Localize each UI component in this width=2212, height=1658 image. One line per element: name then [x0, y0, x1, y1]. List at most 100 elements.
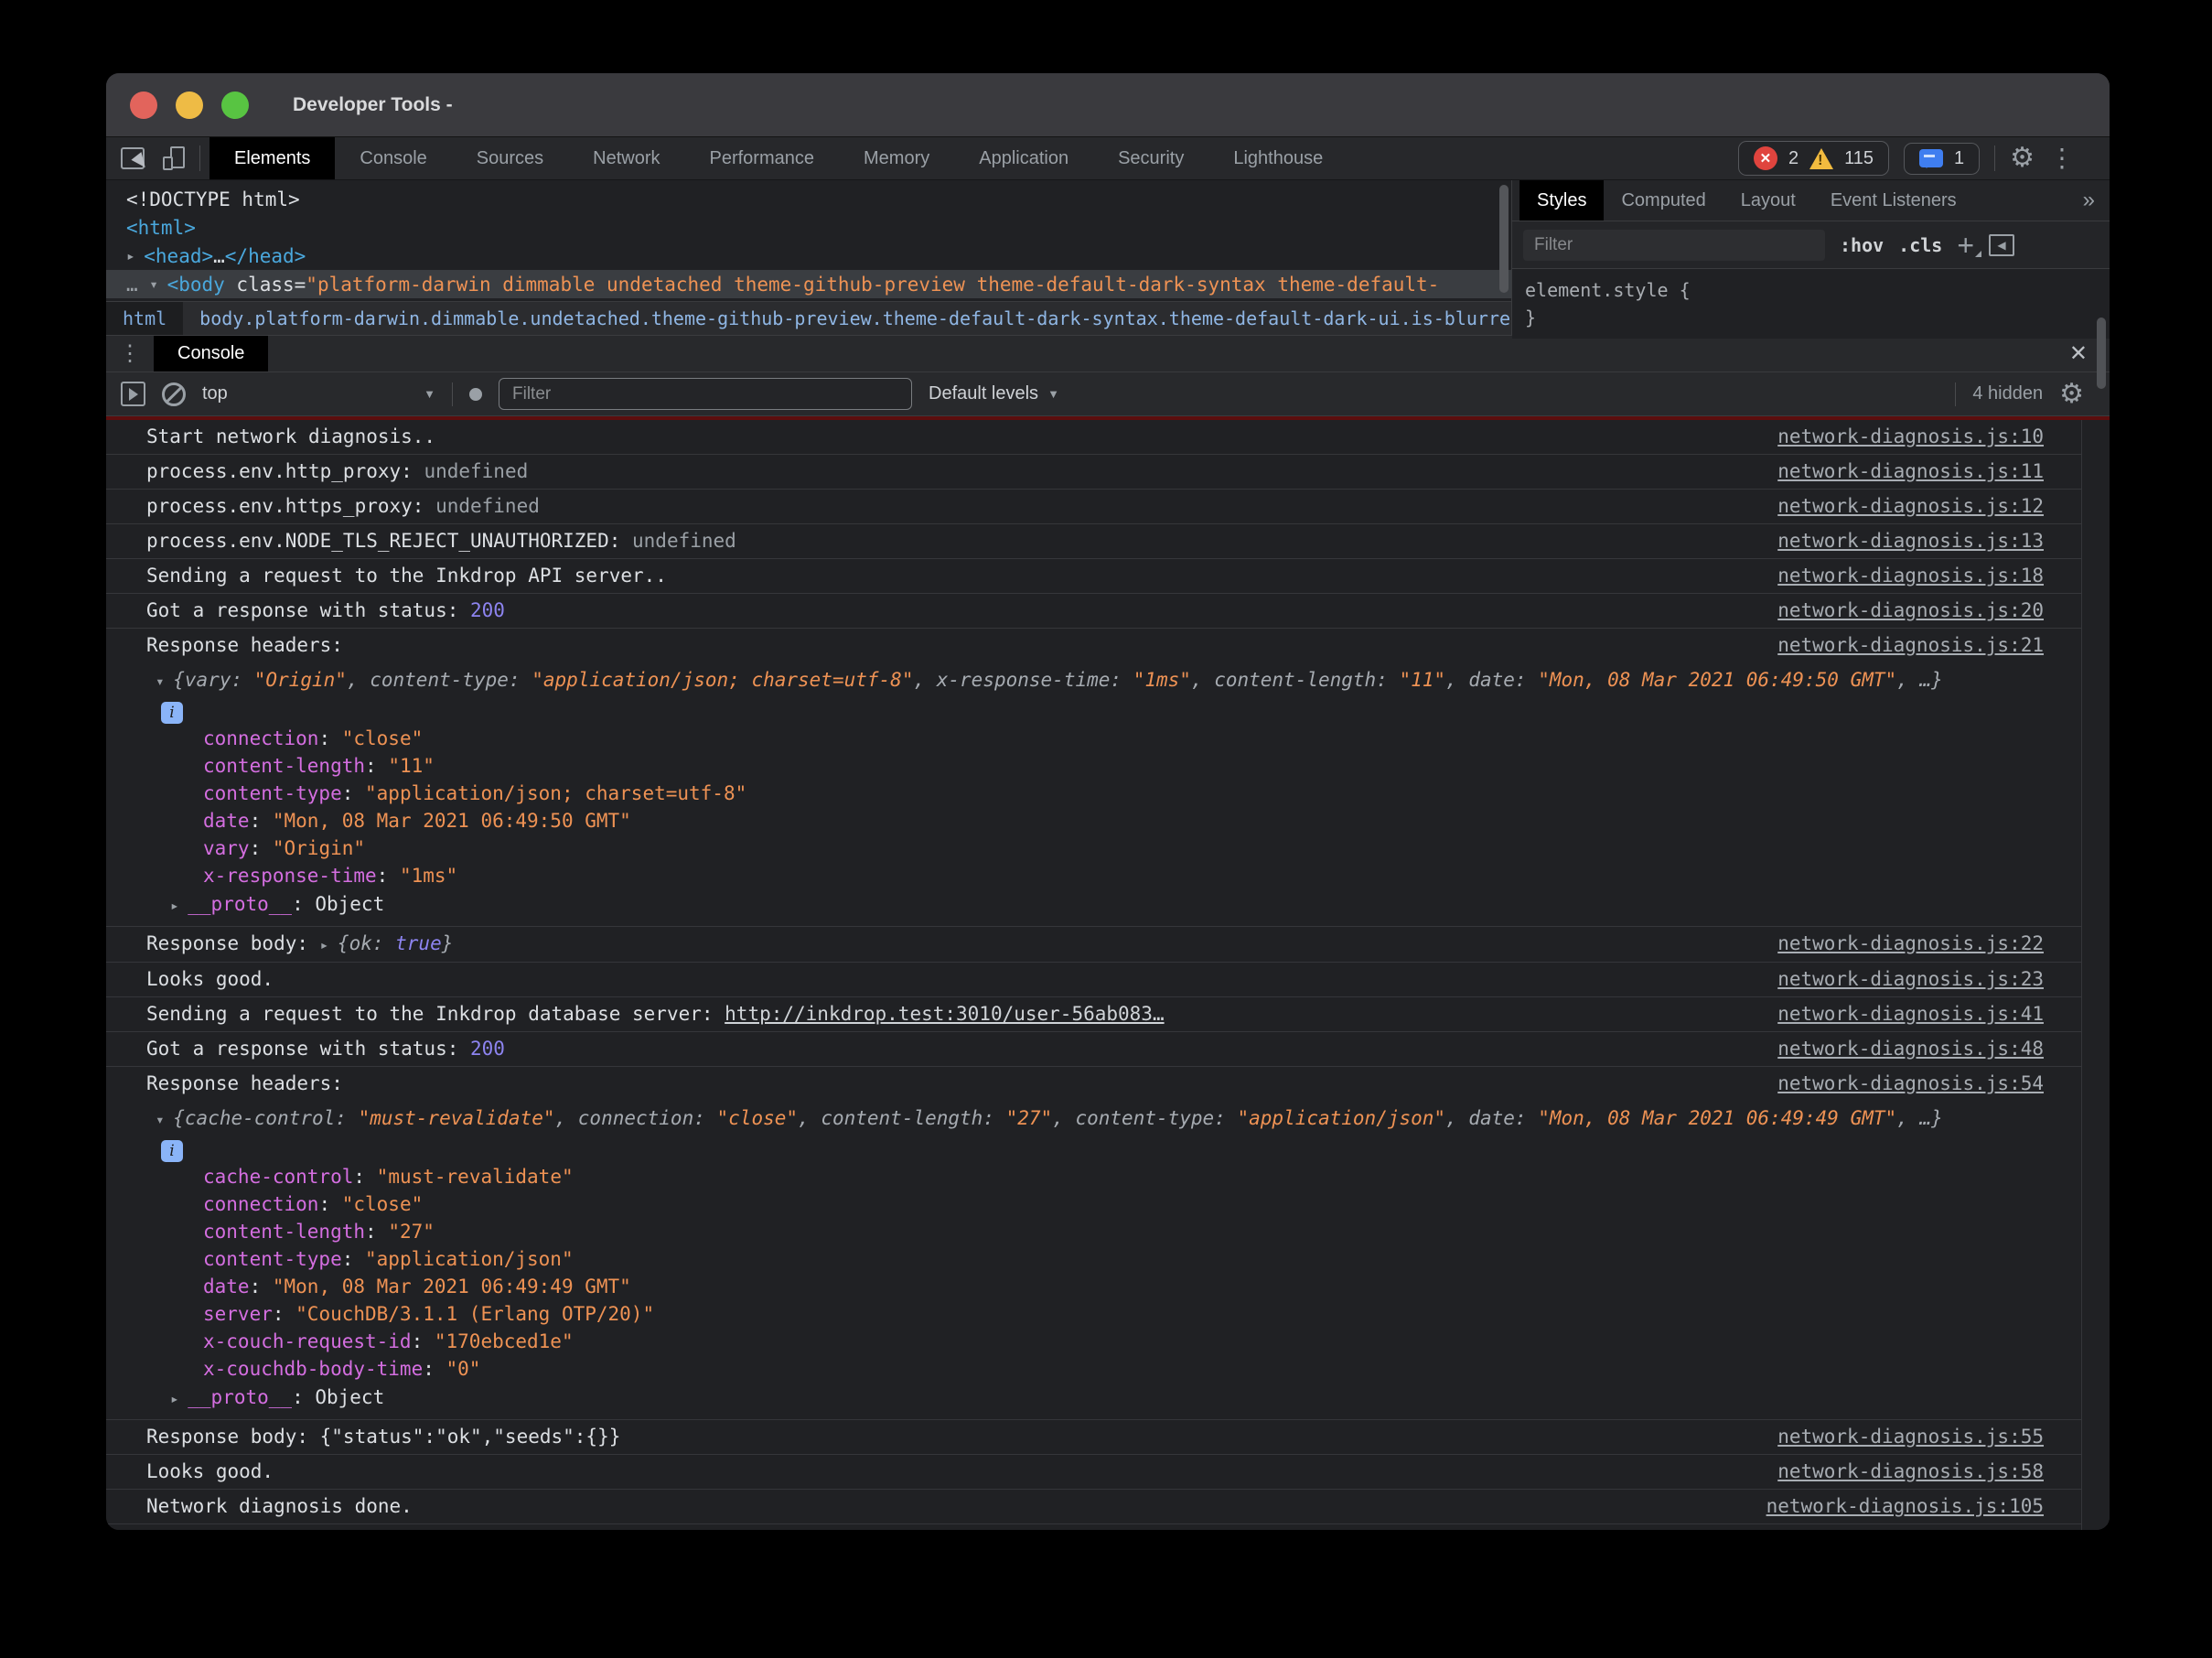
drawer-menu-icon[interactable]: ⋮: [106, 336, 154, 371]
disclosure-triangle-icon[interactable]: ▸: [126, 247, 144, 264]
tab-lighthouse[interactable]: Lighthouse: [1208, 137, 1348, 179]
console-line: Response headers:: [146, 629, 2044, 662]
console-settings-gear-icon[interactable]: ⚙: [2059, 381, 2084, 408]
object-key: vary: [203, 837, 250, 859]
toggle-sidebar-icon[interactable]: ◀: [1989, 234, 2014, 256]
tab-sources[interactable]: Sources: [452, 137, 568, 179]
console-source-link[interactable]: network-diagnosis.js:54: [1777, 1067, 2044, 1101]
code-tag: <html>: [126, 217, 196, 239]
text-segment: :: [353, 1166, 376, 1188]
dom-tree-row[interactable]: … ▾ <body class="platform-darwin dimmabl…: [106, 270, 1511, 298]
text-segment: , content-length:: [1191, 669, 1400, 691]
console-sidebar-icon[interactable]: [121, 382, 145, 406]
log-levels-select[interactable]: Default levels ▼: [929, 383, 1059, 404]
styles-scrollbar[interactable]: [2097, 318, 2106, 389]
elements-panel: <!DOCTYPE html> <html> ▸ <head>…</head>… ▾…: [106, 180, 1512, 335]
disclosure-triangle-icon[interactable]: ▾: [149, 275, 166, 293]
breadcrumb-item-html[interactable]: html: [106, 302, 183, 335]
tab-layout[interactable]: Layout: [1723, 180, 1813, 221]
console-source-link[interactable]: network-diagnosis.js:22: [1777, 927, 2044, 961]
console-line: connection: "close": [203, 1190, 2044, 1218]
device-toolbar-icon[interactable]: [163, 146, 185, 170]
breadcrumb-item-body[interactable]: body.platform-darwin.dimmable.undetached…: [183, 302, 1511, 335]
dom-tree-row[interactable]: ▸ <head>…</head>: [106, 242, 1511, 270]
style-rules: element.style { }: [1512, 269, 2110, 339]
string-value: "27": [388, 1221, 435, 1243]
elements-scrollbar[interactable]: [1499, 185, 1509, 293]
console-message-content: process.env.http_proxy: undefined: [146, 455, 2044, 489]
messages-badge[interactable]: 1: [1904, 143, 1980, 175]
console-line: content-length: "11": [203, 752, 2044, 780]
console-source-link[interactable]: network-diagnosis.js:55: [1777, 1420, 2044, 1454]
new-style-rule-icon[interactable]: +: [1957, 235, 1974, 255]
console-message-row: Got a response with status: 200network-d…: [106, 594, 2110, 629]
settings-gear-icon[interactable]: ⚙: [2010, 145, 2035, 172]
console-source-link[interactable]: network-diagnosis.js:20: [1777, 594, 2044, 628]
disclosure-triangle-icon[interactable]: ▸: [170, 1390, 188, 1407]
disclosure-triangle-icon[interactable]: ▸: [170, 897, 188, 914]
console-source-link[interactable]: network-diagnosis.js:18: [1777, 559, 2044, 593]
console-line: Network diagnosis done.: [146, 1490, 2044, 1523]
tab-console[interactable]: Console: [335, 137, 451, 179]
execution-context-select[interactable]: top ▼: [202, 383, 435, 404]
tab-event-listeners[interactable]: Event Listeners: [1813, 180, 1974, 221]
hidden-messages-count[interactable]: 4 hidden: [1972, 383, 2043, 404]
maximize-window-button[interactable]: [221, 92, 249, 119]
console-line: i: [161, 699, 2044, 725]
console-line: server: "CouchDB/3.1.1 (Erlang OTP/20)": [203, 1300, 2044, 1328]
issues-badge[interactable]: ✕ 2 115: [1738, 141, 1889, 176]
console-source-link[interactable]: network-diagnosis.js:10: [1777, 420, 2044, 454]
tab-network[interactable]: Network: [568, 137, 684, 179]
object-key: connection: [203, 727, 318, 749]
dom-tree-row[interactable]: <!DOCTYPE html>: [106, 185, 1511, 213]
tab-performance[interactable]: Performance: [685, 137, 840, 179]
console-source-link[interactable]: network-diagnosis.js:11: [1777, 455, 2044, 489]
tab-security[interactable]: Security: [1093, 137, 1208, 179]
minimize-window-button[interactable]: [176, 92, 203, 119]
console-line: Response body: ▸ {ok: true}: [146, 927, 2044, 962]
console-source-link[interactable]: network-diagnosis.js:13: [1777, 524, 2044, 558]
console-source-link[interactable]: network-diagnosis.js:23: [1777, 963, 2044, 996]
console-line: Got a response with status: 200: [146, 594, 2044, 628]
console-source-link[interactable]: network-diagnosis.js:12: [1777, 490, 2044, 523]
console-line: x-response-time: "1ms": [203, 862, 2044, 889]
console-filter-input[interactable]: [499, 378, 912, 410]
more-options-icon[interactable]: ⋮: [2049, 145, 2075, 171]
console-message-row: Sending a request to the Inkdrop API ser…: [106, 559, 2110, 594]
window-title: Developer Tools -: [293, 94, 453, 116]
text-segment: , …}: [1896, 669, 1943, 691]
console-message-row: Start network diagnosis..network-diagnos…: [106, 420, 2110, 455]
close-window-button[interactable]: [130, 92, 157, 119]
styles-filter-input[interactable]: [1523, 230, 1825, 261]
message-url-link[interactable]: http://inkdrop.test:3010/user-56ab083…: [725, 1003, 1164, 1025]
console-source-link[interactable]: network-diagnosis.js:105: [1766, 1490, 2044, 1523]
text-segment: "1ms": [1133, 669, 1191, 691]
tab-memory[interactable]: Memory: [839, 137, 954, 179]
tab-console-drawer[interactable]: Console: [154, 336, 268, 371]
styles-filter-row: :hov .cls + ◀: [1512, 221, 2110, 269]
more-tabs-icon[interactable]: »: [2083, 180, 2110, 221]
disclosure-triangle-icon[interactable]: ▾: [156, 1111, 173, 1128]
tab-elements[interactable]: Elements: [209, 137, 335, 179]
console-source-link[interactable]: network-diagnosis.js:41: [1777, 997, 2044, 1031]
toggle-classes-button[interactable]: .cls: [1898, 234, 1942, 256]
title-bar[interactable]: Developer Tools -: [106, 73, 2110, 137]
console-message-content: Response body: ▸ {ok: true}: [146, 927, 2044, 962]
console-source-link[interactable]: network-diagnosis.js:21: [1777, 629, 2044, 662]
console-source-link[interactable]: network-diagnosis.js:48: [1777, 1032, 2044, 1066]
tab-styles[interactable]: Styles: [1519, 180, 1604, 221]
disclosure-triangle-icon[interactable]: ▸: [320, 936, 338, 953]
clear-console-icon[interactable]: [162, 382, 186, 406]
inspect-element-icon[interactable]: [121, 147, 145, 169]
live-expression-eye-icon[interactable]: [469, 388, 482, 401]
element-style-rule-open[interactable]: element.style {: [1525, 276, 2097, 304]
tab-computed[interactable]: Computed: [1604, 180, 1723, 221]
toolbar-divider: [452, 382, 453, 406]
tab-application[interactable]: Application: [954, 137, 1093, 179]
console-source-link[interactable]: network-diagnosis.js:58: [1777, 1455, 2044, 1489]
console-messages: Start network diagnosis..network-diagnos…: [106, 420, 2110, 1530]
dom-tree-row[interactable]: <html>: [106, 213, 1511, 242]
console-message-row: Response body: {"status":"ok","seeds":{}…: [106, 1420, 2110, 1455]
toggle-hover-state-button[interactable]: :hov: [1840, 234, 1884, 256]
disclosure-triangle-icon[interactable]: ▾: [156, 673, 173, 690]
